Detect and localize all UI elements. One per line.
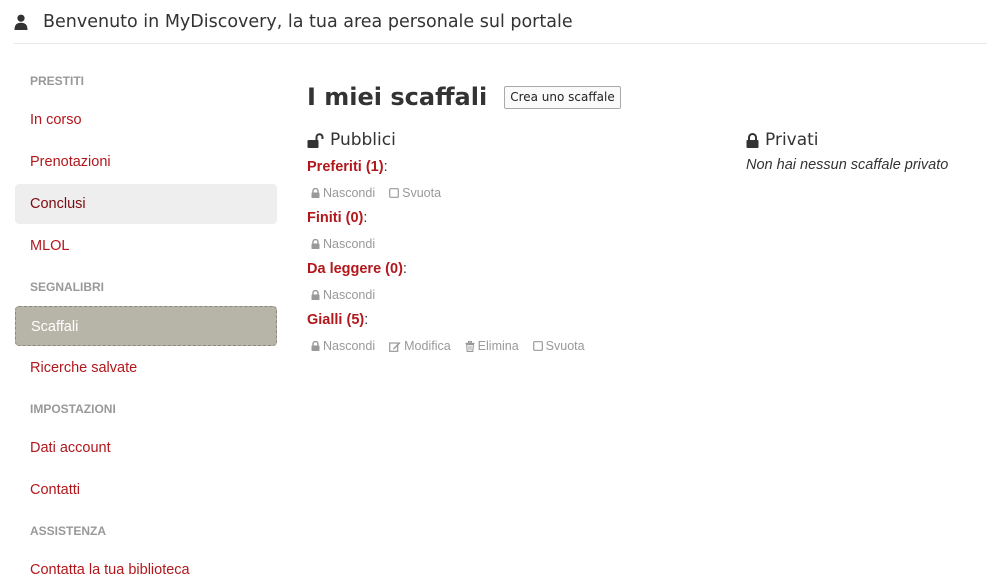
shelf-actions: Nascondi [307, 229, 727, 259]
shelf-actions: Nascondi Svuota [307, 178, 727, 208]
shelf-action-label: Nascondi [323, 339, 376, 353]
shelf-link[interactable]: Finiti (0) [307, 210, 363, 226]
shelf-action-label: Elimina [477, 339, 519, 353]
private-empty-message: Non hai nessun scaffale privato [746, 157, 949, 173]
unlock-icon [307, 132, 324, 148]
shelf-action-nascondi-button[interactable]: Nascondi [311, 288, 375, 302]
shelf-item: Finiti (0): [307, 210, 368, 226]
checkbox-icon [389, 188, 402, 198]
private-shelves-heading-text: Privati [765, 130, 819, 150]
sidebar-item-mlol[interactable]: MLOL [15, 226, 277, 266]
edit-icon [389, 341, 404, 352]
shelf-action-elimina-button[interactable]: Elimina [465, 339, 519, 353]
sidebar-item-conclusi[interactable]: Conclusi [15, 184, 277, 224]
shelf-action-nascondi-button[interactable]: Nascondi [311, 186, 375, 200]
public-shelf-list: Preferiti (1): Nascondi Svuota Finiti (0): N… [307, 157, 727, 361]
checkbox-icon [532, 341, 546, 351]
page-title-row: I miei scaffali Crea uno scaffale [307, 78, 987, 116]
shelf-link[interactable]: Gialli (5) [307, 312, 364, 328]
sidebar-item-prenotazioni[interactable]: Prenotazioni [15, 142, 277, 182]
trash-icon [465, 340, 478, 352]
shelf-actions: Nascondi Modifica Elimina Svuota [307, 331, 727, 361]
shelf-item: Da leggere (0): [307, 261, 407, 277]
lock-icon [746, 132, 759, 148]
sidebar-section-segnalibri: SEGNALIBRI [30, 280, 105, 294]
page-title: I miei scaffali [307, 83, 488, 111]
sidebar-item-contatta-biblioteca[interactable]: Contatta la tua biblioteca [15, 550, 277, 584]
lock-icon [311, 341, 323, 351]
shelf-action-modifica-button[interactable]: Modifica [389, 339, 451, 353]
create-shelf-button[interactable]: Crea uno scaffale [504, 85, 621, 109]
shelf-link[interactable]: Da leggere (0) [307, 261, 403, 277]
shelf-actions: Nascondi [307, 280, 727, 310]
sidebar-item-scaffali[interactable]: Scaffali [15, 306, 277, 346]
sidebar-section-assistenza: ASSISTENZA [30, 524, 107, 538]
sidebar-section-impostazioni: IMPOSTAZIONI [30, 402, 116, 416]
public-shelves: Pubblici Preferiti (1): Nascondi Svuota Fin… [307, 128, 727, 361]
sidebar-section-prestiti: PRESTITI [30, 74, 85, 88]
user-icon [14, 14, 28, 30]
shelf-action-label: Svuota [545, 339, 585, 353]
lock-icon [311, 188, 323, 198]
page-header-title: Benvenuto in MyDiscovery, la tua area pe… [43, 11, 573, 32]
shelf-action-label: Nascondi [323, 186, 376, 200]
private-shelves-heading: Privati [746, 128, 986, 152]
sidebar-nav: PRESTITI In corso Prenotazioni Conclusi … [15, 62, 277, 584]
private-shelves: Privati Non hai nessun scaffale privato [746, 128, 986, 173]
public-shelves-heading-text: Pubblici [330, 130, 396, 150]
shelf-action-svuota-button[interactable]: Svuota [532, 339, 585, 353]
page-header: Benvenuto in MyDiscovery, la tua area pe… [14, 0, 987, 44]
shelf-item: Gialli (5): [307, 312, 369, 328]
shelf-action-nascondi-button[interactable]: Nascondi [311, 237, 375, 251]
sidebar-item-ricerche-salvate[interactable]: Ricerche salvate [15, 348, 277, 388]
sidebar-item-dati-account[interactable]: Dati account [15, 428, 277, 468]
sidebar-item-contatti[interactable]: Contatti [15, 470, 277, 510]
lock-icon [311, 239, 323, 249]
shelf-action-svuota-button[interactable]: Svuota [389, 186, 441, 200]
main-content: I miei scaffali Crea uno scaffale Pubbli… [307, 78, 987, 353]
lock-icon [311, 290, 323, 300]
shelf-action-label: Nascondi [323, 288, 376, 302]
shelf-action-nascondi-button[interactable]: Nascondi [311, 339, 375, 353]
sidebar-item-in-corso[interactable]: In corso [15, 100, 277, 140]
shelf-action-label: Modifica [404, 339, 451, 353]
shelf-item: Preferiti (1): [307, 159, 388, 175]
shelf-action-label: Nascondi [323, 237, 376, 251]
shelf-action-label: Svuota [402, 186, 442, 200]
shelf-link[interactable]: Preferiti (1) [307, 159, 384, 175]
public-shelves-heading: Pubblici [307, 128, 727, 152]
